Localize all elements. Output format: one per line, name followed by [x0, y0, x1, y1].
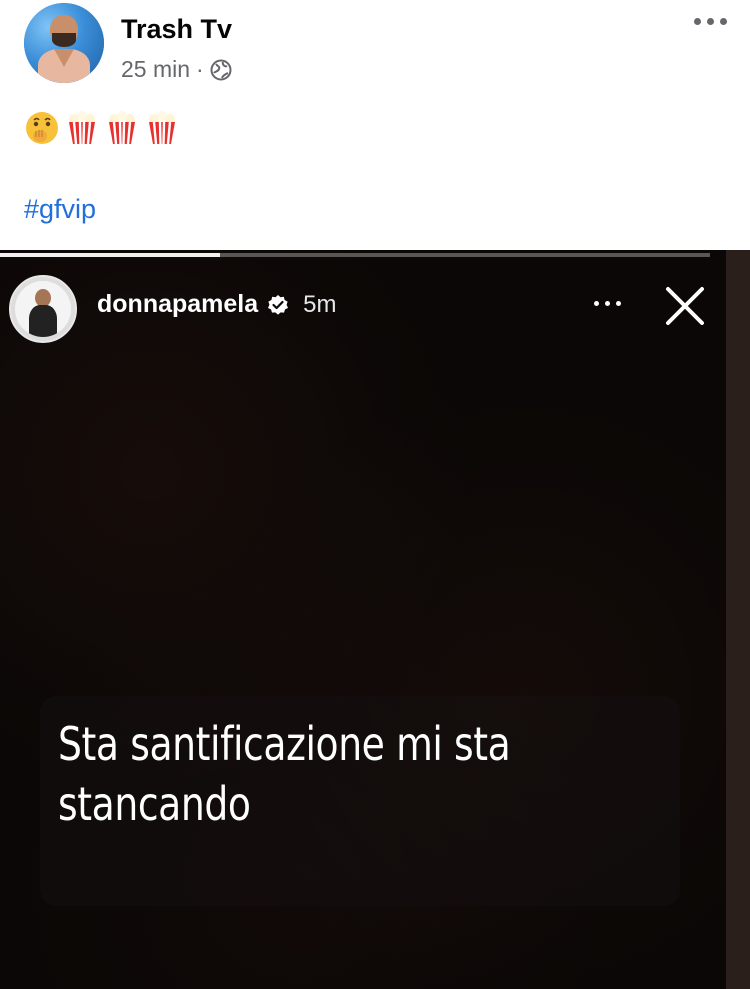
globe-icon[interactable]: [210, 59, 232, 81]
author-avatar[interactable]: [24, 3, 104, 83]
story-more-options-icon[interactable]: [591, 295, 627, 311]
meta-separator: ·: [196, 56, 204, 82]
more-options-icon[interactable]: [692, 6, 730, 34]
story-progress-bar: [0, 253, 710, 257]
popcorn-emoji: [69, 111, 95, 145]
story-caption: Sta santificazione mi sta stancando: [58, 717, 511, 831]
hashtag-link[interactable]: #gfvip: [24, 194, 96, 225]
story-user-row: donnapamela 5m: [97, 290, 337, 319]
verified-badge-icon: [268, 294, 289, 315]
author-name[interactable]: Trash Tv: [121, 14, 232, 45]
popcorn-emoji: [149, 111, 175, 145]
avatar-figure-beard: [52, 33, 76, 47]
story-screenshot[interactable]: donnapamela 5m Sta santificazione mi sta…: [0, 250, 750, 989]
post-text-emojis: [24, 110, 180, 150]
story-time: 5m: [303, 290, 337, 318]
story-right-edge: [726, 250, 750, 989]
post-meta: 25 min ·: [121, 56, 232, 83]
post-time[interactable]: 25 min: [121, 56, 190, 83]
story-progress-fill: [0, 253, 221, 257]
close-icon[interactable]: [662, 283, 708, 329]
story-username[interactable]: donnapamela: [97, 290, 258, 319]
story-user-avatar[interactable]: [9, 275, 77, 343]
story-avatar-photo: [15, 281, 71, 337]
post-header: Trash Tv 25 min · #gfvip: [0, 0, 750, 250]
story-avatar-figure-body: [29, 305, 57, 337]
popcorn-emoji: [109, 111, 135, 145]
shushing-face-emoji: [26, 112, 58, 144]
